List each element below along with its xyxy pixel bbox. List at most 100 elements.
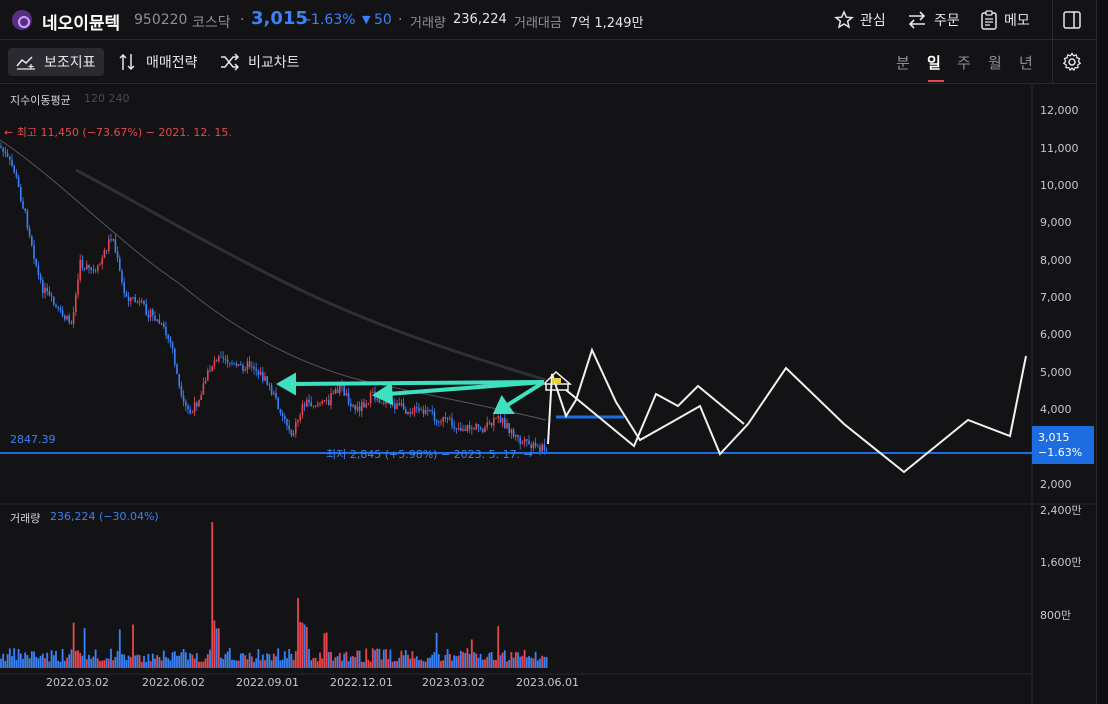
volume-bar <box>171 652 174 668</box>
candle-body <box>202 383 205 395</box>
arrow-head-short <box>492 394 515 414</box>
volume-bar <box>85 659 88 668</box>
candle-body <box>416 407 418 409</box>
volume-bar <box>363 661 365 668</box>
volume-bar <box>512 657 515 668</box>
y-tick: 11,000 <box>1040 142 1079 155</box>
candle-body <box>147 314 150 318</box>
candle-body <box>301 404 304 416</box>
volume-bar <box>272 653 275 668</box>
candle-body <box>523 439 526 443</box>
candle-body <box>402 403 405 410</box>
candle-body <box>37 265 40 275</box>
candle-body <box>501 418 504 423</box>
volume-bar <box>462 651 464 668</box>
volume-bar <box>233 659 236 668</box>
candle-body <box>226 359 229 363</box>
order-button[interactable]: 주문 <box>906 10 960 30</box>
volume-bar <box>217 628 220 668</box>
memo-label: 메모 <box>1004 13 1030 29</box>
volume-bar <box>360 661 363 668</box>
volume-value: 236,224 <box>453 12 507 27</box>
candle-body <box>499 416 502 423</box>
candle-body <box>330 393 332 406</box>
volume-bar <box>510 652 513 668</box>
strategy-button[interactable]: 매매전략 <box>110 48 206 76</box>
candle-body <box>44 287 46 294</box>
period-minute[interactable]: 분 <box>896 52 910 73</box>
price-chart[interactable] <box>0 84 1096 704</box>
volume-bar <box>211 522 214 668</box>
candle-body <box>442 416 444 422</box>
volume-bar <box>378 648 381 668</box>
watchlist-button[interactable]: 관심 <box>834 10 886 30</box>
volume-bar <box>147 654 150 668</box>
down-triangle-icon: ▼ <box>362 13 371 26</box>
volume-bar <box>532 658 535 668</box>
volume-bar <box>15 659 18 668</box>
y-tick: 4,000 <box>1040 403 1072 416</box>
candle-body <box>46 287 48 292</box>
volume-bar <box>264 660 266 668</box>
volume-bar <box>446 648 449 668</box>
volume-bar <box>347 661 350 668</box>
candle-body <box>310 402 312 406</box>
volume-bar <box>294 651 297 668</box>
candle-body <box>138 300 141 303</box>
y-tick: 12,000 <box>1040 104 1079 117</box>
panel-toggle-button[interactable] <box>1062 10 1082 34</box>
gear-icon <box>1062 52 1082 72</box>
candle-body <box>356 406 359 410</box>
volume-bar <box>129 657 132 668</box>
candle-body <box>495 417 497 419</box>
indicators-button[interactable]: 보조지표 <box>8 48 104 76</box>
arrow-head-mid <box>371 382 394 406</box>
stock-name[interactable]: 네오이뮨텍 <box>42 9 120 34</box>
candle-body <box>332 393 334 394</box>
candle-body <box>369 392 372 404</box>
candle-body <box>235 363 238 366</box>
watchlist-label: 관심 <box>860 13 886 29</box>
volume-bar <box>275 656 277 668</box>
volume-bar <box>132 624 134 668</box>
settings-button[interactable] <box>1062 52 1082 76</box>
volume-legend-label[interactable]: 거래량 <box>10 510 40 526</box>
volume-bar <box>114 657 117 668</box>
volume-bar <box>72 622 75 668</box>
candle-body <box>528 440 530 445</box>
volume-bar <box>59 661 62 668</box>
y-tick: 8,000 <box>1040 254 1072 267</box>
indicator-chart-icon <box>16 56 35 70</box>
volume-bar <box>99 661 101 668</box>
memo-button[interactable]: 메모 <box>980 10 1030 30</box>
ma-periods: 120 240 <box>84 92 130 105</box>
candle-body <box>334 389 337 394</box>
volume-bar <box>369 661 372 668</box>
volume-bar <box>422 661 425 668</box>
candle-body <box>508 423 510 434</box>
volume-bar <box>490 651 493 668</box>
candle-body <box>482 428 484 433</box>
period-day[interactable]: 일 <box>927 52 941 73</box>
candle-body <box>365 403 367 408</box>
volume-bar <box>173 651 176 668</box>
y-tick: 10,000 <box>1040 179 1079 192</box>
period-year[interactable]: 년 <box>1019 52 1033 73</box>
compare-button[interactable]: 비교차트 <box>212 48 308 76</box>
period-month[interactable]: 월 <box>988 52 1002 73</box>
separator-dot: · <box>240 12 245 28</box>
candle-body <box>24 208 26 211</box>
volume-bar <box>457 655 460 668</box>
candle-body <box>328 399 330 406</box>
period-week[interactable]: 주 <box>957 52 971 73</box>
volume-bar <box>349 656 352 668</box>
volume-bar <box>365 648 368 668</box>
candle-body <box>457 427 460 430</box>
ma-legend-label[interactable]: 지수이동평균 <box>10 92 71 108</box>
candle-body <box>512 429 515 437</box>
volume-bar <box>514 652 517 668</box>
candle-body <box>6 153 9 157</box>
volume-bar <box>536 660 539 668</box>
volume-bar <box>473 652 475 668</box>
candle-body <box>182 395 185 402</box>
